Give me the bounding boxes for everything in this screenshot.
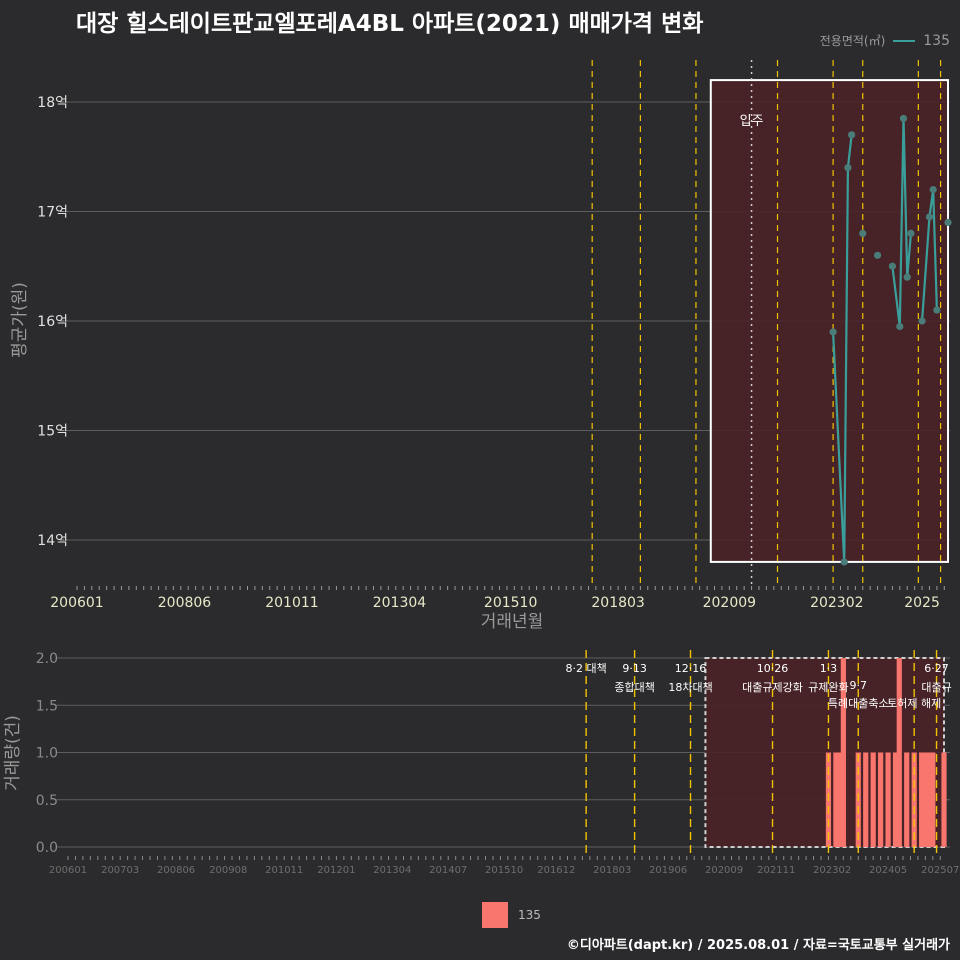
volume-bar [896,658,902,847]
price-point [918,317,926,325]
volume-bar [885,752,891,847]
policy-date-label: 10·26 [757,662,789,675]
volume-x-tick-label: 201803 [593,865,631,876]
volume-y-tick-label: 0.5 [36,793,58,809]
policy-date-label: 12·16 [675,662,707,675]
y-axis-title: 평균가(원) [10,282,30,358]
price-point [933,306,941,314]
x-tick-label: 2025 [904,595,940,611]
move-in-label: 입주 [740,114,764,129]
volume-x-tick-label: 200908 [209,865,247,876]
x-tick-label: 201011 [265,595,318,611]
volume-y-axis-title: 거래량(건) [3,715,23,791]
policy-date-label: 8·2 대책 [566,662,607,675]
volume-legend-swatch [482,902,508,928]
volume-legend: 135 [482,902,541,928]
policy-name-label: 토허제 해제 [887,696,941,710]
volume-legend-label: 135 [518,908,541,922]
volume-x-tick-label: 202405 [869,865,907,876]
volume-bar [870,752,876,847]
x-tick-label: 200601 [50,595,103,611]
volume-x-tick-label: 200806 [157,865,195,876]
price-point [873,251,882,259]
volume-x-tick-label: 202302 [813,865,851,876]
x-tick-label: 200806 [158,595,212,611]
volume-bar [941,752,947,847]
volume-x-tick-label: 200703 [101,865,139,876]
volume-bar [878,752,884,847]
price-point [899,114,908,123]
price-point [840,558,848,566]
price-point [929,186,937,194]
y-tick-label: 18억 [37,95,68,111]
price-point [925,213,934,221]
y-tick-label: 14억 [37,533,68,549]
x-tick-label: 201510 [484,595,537,611]
volume-bar [904,752,910,847]
policy-date-label: 6·27 [924,662,949,675]
x-tick-label: 202009 [703,595,756,611]
volume-bar [863,752,869,847]
volume-x-tick-label: 201407 [429,865,467,876]
policy-date-label: 9·7 [850,679,868,692]
price-point [944,218,952,227]
volume-x-tick-label: 201011 [265,865,303,876]
policy-date-label: 1·3 [820,662,838,675]
volume-x-tick-label: 202009 [705,865,743,876]
y-tick-label: 15억 [37,424,68,440]
volume-x-tick-label: 201510 [485,865,523,876]
volume-x-tick-label: 200601 [49,865,87,876]
volume-x-tick-label: 201612 [537,865,575,876]
price-point [888,262,897,270]
policy-name-label: 규제완화 [808,681,848,694]
price-point [848,131,856,139]
price-point [844,164,852,172]
price-point [859,229,867,237]
x-tick-label: 201304 [373,595,427,611]
volume-y-tick-label: 2.0 [36,651,58,667]
volume-x-tick-label: 202507 [921,865,959,876]
source-footer: ©디아파트(dapt.kr) / 2025.08.01 / 자료=국토교통부 실… [566,938,950,953]
policy-name-label: 대출규제강화 [742,681,803,694]
highlight-box [709,79,950,563]
volume-x-tick-label: 202111 [757,865,795,876]
volume-x-tick-label: 201304 [373,865,411,876]
volume-y-tick-label: 0.0 [36,840,58,856]
chart-canvas: 14억 15억 16억 17억 18억입주 200601 200806 201011 20130… [3,60,959,876]
volume-bar [930,752,936,847]
policy-name-label: 특례대출축소 [828,697,889,710]
volume-y-tick-label: 1.5 [36,698,58,714]
price-point [907,229,915,237]
volume-y-tick-label: 1.0 [36,746,58,762]
y-tick-label: 17억 [37,205,68,221]
policy-name-label: 종합대책 [614,681,654,694]
policy-date-label: 9·13 [622,662,647,675]
policy-name-label: 18차대책 [668,681,712,694]
x-tick-label: 202302 [810,595,863,611]
x-tick-label: 201803 [591,595,644,611]
policy-name-label: 대출규 [921,681,951,694]
price-point [829,328,837,336]
y-tick-label: 16억 [37,314,68,330]
volume-x-tick-label: 201201 [317,865,355,876]
x-axis-title: 거래년월 [481,612,544,632]
price-point [903,273,911,281]
price-point [896,322,904,331]
volume-x-tick-label: 201906 [649,865,687,876]
